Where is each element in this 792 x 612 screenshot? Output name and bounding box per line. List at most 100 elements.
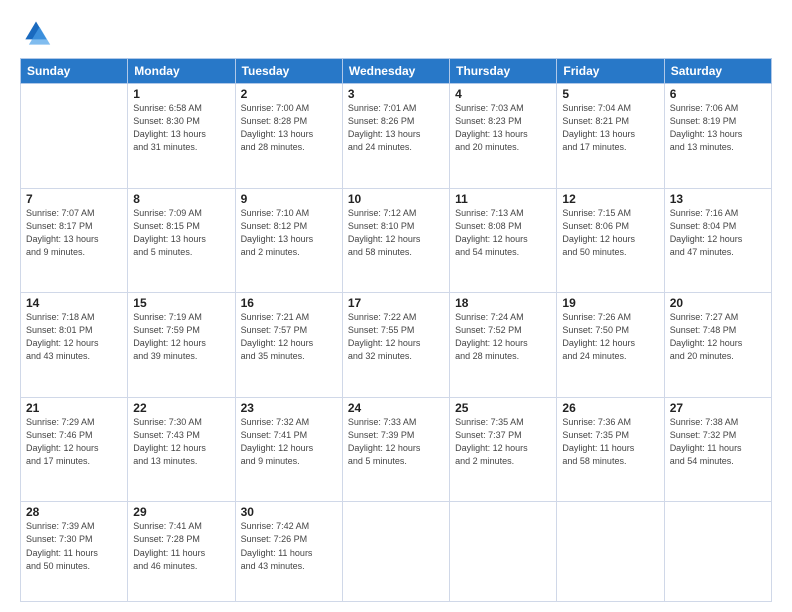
day-cell: [342, 502, 449, 602]
day-cell: 26Sunrise: 7:36 AMSunset: 7:35 PMDayligh…: [557, 397, 664, 502]
day-cell: 15Sunrise: 7:19 AMSunset: 7:59 PMDayligh…: [128, 293, 235, 398]
day-cell: 30Sunrise: 7:42 AMSunset: 7:26 PMDayligh…: [235, 502, 342, 602]
day-cell: 29Sunrise: 7:41 AMSunset: 7:28 PMDayligh…: [128, 502, 235, 602]
day-number: 21: [26, 401, 122, 415]
day-number: 30: [241, 505, 337, 519]
weekday-header-row: SundayMondayTuesdayWednesdayThursdayFrid…: [21, 59, 772, 84]
day-cell: 2Sunrise: 7:00 AMSunset: 8:28 PMDaylight…: [235, 84, 342, 189]
day-info: Sunrise: 7:27 AMSunset: 7:48 PMDaylight:…: [670, 311, 766, 363]
page: SundayMondayTuesdayWednesdayThursdayFrid…: [0, 0, 792, 612]
day-cell: 18Sunrise: 7:24 AMSunset: 7:52 PMDayligh…: [450, 293, 557, 398]
day-number: 20: [670, 296, 766, 310]
day-number: 9: [241, 192, 337, 206]
day-info: Sunrise: 7:26 AMSunset: 7:50 PMDaylight:…: [562, 311, 658, 363]
day-cell: 12Sunrise: 7:15 AMSunset: 8:06 PMDayligh…: [557, 188, 664, 293]
logo: [20, 18, 56, 50]
week-row-3: 14Sunrise: 7:18 AMSunset: 8:01 PMDayligh…: [21, 293, 772, 398]
header: [20, 18, 772, 50]
day-cell: 16Sunrise: 7:21 AMSunset: 7:57 PMDayligh…: [235, 293, 342, 398]
logo-icon: [20, 18, 52, 50]
day-cell: 24Sunrise: 7:33 AMSunset: 7:39 PMDayligh…: [342, 397, 449, 502]
day-cell: 27Sunrise: 7:38 AMSunset: 7:32 PMDayligh…: [664, 397, 771, 502]
week-row-2: 7Sunrise: 7:07 AMSunset: 8:17 PMDaylight…: [21, 188, 772, 293]
day-number: 2: [241, 87, 337, 101]
day-info: Sunrise: 7:01 AMSunset: 8:26 PMDaylight:…: [348, 102, 444, 154]
day-info: Sunrise: 7:41 AMSunset: 7:28 PMDaylight:…: [133, 520, 229, 572]
day-info: Sunrise: 7:32 AMSunset: 7:41 PMDaylight:…: [241, 416, 337, 468]
day-info: Sunrise: 7:10 AMSunset: 8:12 PMDaylight:…: [241, 207, 337, 259]
day-info: Sunrise: 7:07 AMSunset: 8:17 PMDaylight:…: [26, 207, 122, 259]
day-cell: 6Sunrise: 7:06 AMSunset: 8:19 PMDaylight…: [664, 84, 771, 189]
day-cell: 1Sunrise: 6:58 AMSunset: 8:30 PMDaylight…: [128, 84, 235, 189]
weekday-header-monday: Monday: [128, 59, 235, 84]
day-number: 18: [455, 296, 551, 310]
day-number: 19: [562, 296, 658, 310]
day-number: 10: [348, 192, 444, 206]
day-cell: 13Sunrise: 7:16 AMSunset: 8:04 PMDayligh…: [664, 188, 771, 293]
day-info: Sunrise: 7:09 AMSunset: 8:15 PMDaylight:…: [133, 207, 229, 259]
day-cell: 14Sunrise: 7:18 AMSunset: 8:01 PMDayligh…: [21, 293, 128, 398]
day-info: Sunrise: 7:19 AMSunset: 7:59 PMDaylight:…: [133, 311, 229, 363]
weekday-header-saturday: Saturday: [664, 59, 771, 84]
day-info: Sunrise: 6:58 AMSunset: 8:30 PMDaylight:…: [133, 102, 229, 154]
day-number: 4: [455, 87, 551, 101]
day-cell: 10Sunrise: 7:12 AMSunset: 8:10 PMDayligh…: [342, 188, 449, 293]
day-info: Sunrise: 7:38 AMSunset: 7:32 PMDaylight:…: [670, 416, 766, 468]
day-number: 7: [26, 192, 122, 206]
day-cell: 23Sunrise: 7:32 AMSunset: 7:41 PMDayligh…: [235, 397, 342, 502]
day-number: 23: [241, 401, 337, 415]
day-number: 17: [348, 296, 444, 310]
day-number: 11: [455, 192, 551, 206]
day-cell: 22Sunrise: 7:30 AMSunset: 7:43 PMDayligh…: [128, 397, 235, 502]
day-info: Sunrise: 7:00 AMSunset: 8:28 PMDaylight:…: [241, 102, 337, 154]
day-cell: 19Sunrise: 7:26 AMSunset: 7:50 PMDayligh…: [557, 293, 664, 398]
day-number: 8: [133, 192, 229, 206]
day-info: Sunrise: 7:04 AMSunset: 8:21 PMDaylight:…: [562, 102, 658, 154]
day-number: 12: [562, 192, 658, 206]
day-info: Sunrise: 7:29 AMSunset: 7:46 PMDaylight:…: [26, 416, 122, 468]
day-info: Sunrise: 7:06 AMSunset: 8:19 PMDaylight:…: [670, 102, 766, 154]
weekday-header-sunday: Sunday: [21, 59, 128, 84]
day-info: Sunrise: 7:16 AMSunset: 8:04 PMDaylight:…: [670, 207, 766, 259]
day-info: Sunrise: 7:35 AMSunset: 7:37 PMDaylight:…: [455, 416, 551, 468]
day-number: 27: [670, 401, 766, 415]
day-info: Sunrise: 7:03 AMSunset: 8:23 PMDaylight:…: [455, 102, 551, 154]
day-cell: 7Sunrise: 7:07 AMSunset: 8:17 PMDaylight…: [21, 188, 128, 293]
day-cell: 9Sunrise: 7:10 AMSunset: 8:12 PMDaylight…: [235, 188, 342, 293]
day-number: 22: [133, 401, 229, 415]
day-cell: 3Sunrise: 7:01 AMSunset: 8:26 PMDaylight…: [342, 84, 449, 189]
day-number: 29: [133, 505, 229, 519]
day-info: Sunrise: 7:22 AMSunset: 7:55 PMDaylight:…: [348, 311, 444, 363]
day-cell: 4Sunrise: 7:03 AMSunset: 8:23 PMDaylight…: [450, 84, 557, 189]
day-cell: 17Sunrise: 7:22 AMSunset: 7:55 PMDayligh…: [342, 293, 449, 398]
day-number: 25: [455, 401, 551, 415]
day-number: 3: [348, 87, 444, 101]
day-number: 16: [241, 296, 337, 310]
day-cell: 11Sunrise: 7:13 AMSunset: 8:08 PMDayligh…: [450, 188, 557, 293]
day-cell: 25Sunrise: 7:35 AMSunset: 7:37 PMDayligh…: [450, 397, 557, 502]
day-cell: [450, 502, 557, 602]
day-number: 14: [26, 296, 122, 310]
day-info: Sunrise: 7:15 AMSunset: 8:06 PMDaylight:…: [562, 207, 658, 259]
day-cell: [557, 502, 664, 602]
day-number: 15: [133, 296, 229, 310]
day-info: Sunrise: 7:42 AMSunset: 7:26 PMDaylight:…: [241, 520, 337, 572]
day-info: Sunrise: 7:13 AMSunset: 8:08 PMDaylight:…: [455, 207, 551, 259]
day-info: Sunrise: 7:12 AMSunset: 8:10 PMDaylight:…: [348, 207, 444, 259]
day-number: 5: [562, 87, 658, 101]
day-info: Sunrise: 7:36 AMSunset: 7:35 PMDaylight:…: [562, 416, 658, 468]
day-info: Sunrise: 7:24 AMSunset: 7:52 PMDaylight:…: [455, 311, 551, 363]
week-row-4: 21Sunrise: 7:29 AMSunset: 7:46 PMDayligh…: [21, 397, 772, 502]
day-cell: 20Sunrise: 7:27 AMSunset: 7:48 PMDayligh…: [664, 293, 771, 398]
week-row-1: 1Sunrise: 6:58 AMSunset: 8:30 PMDaylight…: [21, 84, 772, 189]
day-number: 26: [562, 401, 658, 415]
day-info: Sunrise: 7:21 AMSunset: 7:57 PMDaylight:…: [241, 311, 337, 363]
day-cell: 21Sunrise: 7:29 AMSunset: 7:46 PMDayligh…: [21, 397, 128, 502]
day-info: Sunrise: 7:18 AMSunset: 8:01 PMDaylight:…: [26, 311, 122, 363]
week-row-5: 28Sunrise: 7:39 AMSunset: 7:30 PMDayligh…: [21, 502, 772, 602]
day-cell: 8Sunrise: 7:09 AMSunset: 8:15 PMDaylight…: [128, 188, 235, 293]
day-info: Sunrise: 7:30 AMSunset: 7:43 PMDaylight:…: [133, 416, 229, 468]
weekday-header-tuesday: Tuesday: [235, 59, 342, 84]
day-cell: 5Sunrise: 7:04 AMSunset: 8:21 PMDaylight…: [557, 84, 664, 189]
day-cell: [664, 502, 771, 602]
